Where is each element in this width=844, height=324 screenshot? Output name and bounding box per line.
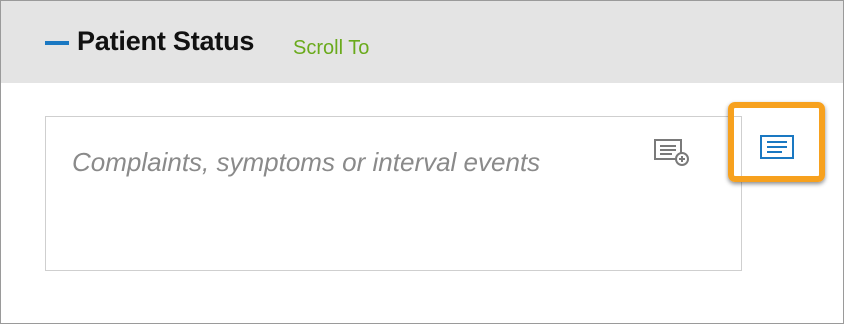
- notes-placeholder: Complaints, symptoms or interval events: [72, 147, 541, 177]
- patient-status-card: Patient Status Scroll To Complaints, sym…: [0, 0, 844, 324]
- add-template-icon: [654, 139, 689, 166]
- section-header: Patient Status Scroll To: [1, 1, 843, 83]
- text-template-button[interactable]: [758, 132, 798, 164]
- add-template-button[interactable]: [652, 135, 692, 169]
- scroll-to-link[interactable]: Scroll To: [293, 37, 369, 60]
- patient-status-notes-field[interactable]: Complaints, symptoms or interval events: [45, 116, 742, 271]
- collapse-minus-icon[interactable]: [45, 41, 69, 45]
- section-title: Patient Status: [77, 26, 255, 56]
- text-template-icon: [760, 135, 794, 159]
